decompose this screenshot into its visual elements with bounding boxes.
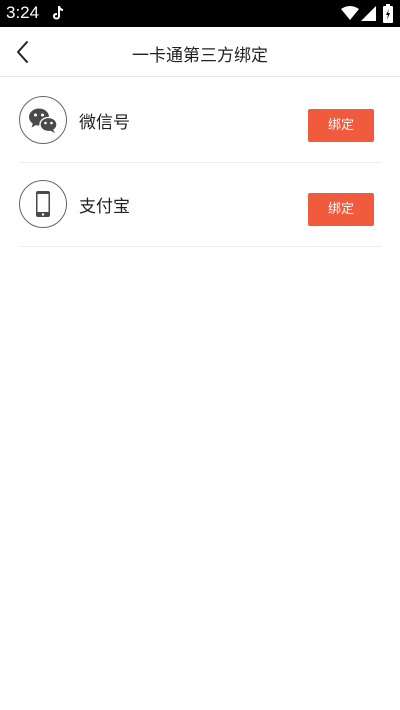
phone-icon [36, 191, 50, 217]
status-bar: 3:24 [0, 0, 400, 27]
binding-label-wechat: 微信号 [79, 113, 130, 133]
battery-icon [383, 4, 393, 23]
phone-icon-circle [19, 180, 67, 228]
page-title: 一卡通第三方绑定 [132, 46, 268, 66]
wechat-icon-circle [19, 96, 67, 144]
wechat-icon [29, 108, 58, 133]
binding-row-wechat: 微信号 绑定 [19, 79, 382, 163]
binding-row-alipay: 支付宝 绑定 [19, 163, 382, 247]
binding-label-alipay: 支付宝 [79, 197, 130, 217]
nav-bar: 一卡通第三方绑定 [0, 27, 400, 77]
status-time: 3:24 [6, 3, 40, 22]
tiktok-icon [53, 6, 63, 20]
bind-alipay-button[interactable]: 绑定 [308, 193, 374, 226]
bind-wechat-button[interactable]: 绑定 [308, 109, 374, 142]
signal-icon [361, 6, 376, 21]
wifi-icon [341, 6, 359, 20]
